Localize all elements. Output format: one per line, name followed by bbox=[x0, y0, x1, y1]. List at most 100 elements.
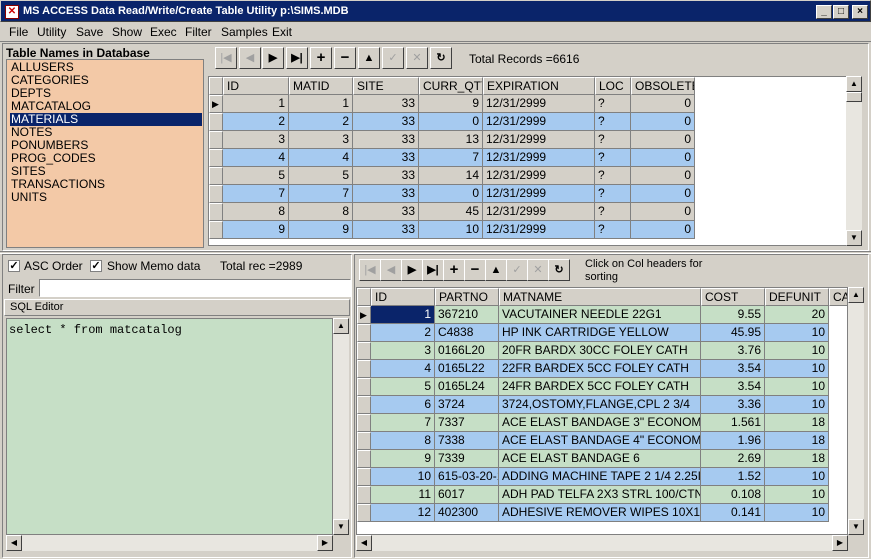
scroll-down-icon[interactable]: ▼ bbox=[848, 519, 864, 535]
row-indicator[interactable] bbox=[209, 131, 223, 149]
table-cell[interactable]: 7338 bbox=[435, 432, 499, 450]
table-cell[interactable]: 10 bbox=[765, 396, 829, 414]
sql-editor[interactable]: select * from matcatalog bbox=[6, 318, 333, 535]
refresh-icon[interactable]: ↻ bbox=[548, 259, 570, 281]
refresh-icon[interactable]: ↻ bbox=[430, 47, 452, 69]
table-cell[interactable]: 33 bbox=[353, 95, 419, 113]
table-cell[interactable]: 5 bbox=[289, 167, 353, 185]
table-cell[interactable]: 10 bbox=[765, 324, 829, 342]
table-cell[interactable]: 1.96 bbox=[701, 432, 765, 450]
first-record-icon[interactable]: |◀ bbox=[359, 259, 381, 281]
table-cell[interactable]: ? bbox=[595, 131, 631, 149]
table-cell[interactable]: ACE ELAST BANDAGE 3" ECONOMY bbox=[499, 414, 701, 432]
row-indicator[interactable] bbox=[209, 149, 223, 167]
table-cell[interactable]: 33 bbox=[353, 203, 419, 221]
row-indicator[interactable] bbox=[209, 203, 223, 221]
table-cell[interactable]: 10 bbox=[765, 342, 829, 360]
asc-order-checkbox[interactable]: ✓ bbox=[8, 260, 20, 272]
table-item[interactable]: UNITS bbox=[10, 191, 202, 204]
row-indicator[interactable] bbox=[209, 113, 223, 131]
title-bar[interactable]: ✕ MS ACCESS Data Read/Write/Create Table… bbox=[0, 0, 871, 22]
table-cell[interactable]: 22FR BARDEX 5CC FOLEY CATH bbox=[499, 360, 701, 378]
table-cell[interactable]: 5 bbox=[371, 378, 435, 396]
scroll-down-icon[interactable]: ▼ bbox=[846, 230, 862, 246]
table-cell[interactable]: ? bbox=[595, 203, 631, 221]
scroll-down-icon[interactable]: ▼ bbox=[333, 519, 349, 535]
table-cell[interactable]: 367210 bbox=[435, 306, 499, 324]
table-cell[interactable]: 3 bbox=[371, 342, 435, 360]
next-record-icon[interactable]: ▶ bbox=[401, 259, 423, 281]
row-indicator[interactable] bbox=[357, 378, 371, 396]
scroll-right-icon[interactable]: ▶ bbox=[832, 535, 848, 551]
table-cell[interactable]: ADH PAD TELFA 2X3 STRL 100/CTN bbox=[499, 486, 701, 504]
filter-input[interactable] bbox=[39, 279, 351, 297]
table-cell[interactable]: 12/31/2999 bbox=[483, 221, 595, 239]
table-cell[interactable]: 1 bbox=[371, 306, 435, 324]
close-button[interactable]: × bbox=[852, 5, 868, 19]
table-cell[interactable]: 12/31/2999 bbox=[483, 113, 595, 131]
column-header[interactable]: COST bbox=[701, 288, 765, 306]
table-cell[interactable]: 3724,OSTOMY,FLANGE,CPL 2 3/4 bbox=[499, 396, 701, 414]
row-indicator[interactable] bbox=[357, 450, 371, 468]
scroll-left-icon[interactable]: ◀ bbox=[356, 535, 372, 551]
table-cell[interactable]: 13 bbox=[419, 131, 483, 149]
table-cell[interactable]: 1.52 bbox=[701, 468, 765, 486]
table-cell[interactable]: 12/31/2999 bbox=[483, 131, 595, 149]
menu-file[interactable]: File bbox=[9, 25, 28, 39]
table-cell[interactable]: 2 bbox=[289, 113, 353, 131]
scroll-up-icon[interactable]: ▲ bbox=[846, 76, 862, 92]
row-indicator[interactable] bbox=[357, 360, 371, 378]
column-header[interactable]: ID bbox=[371, 288, 435, 306]
table-cell[interactable]: 12/31/2999 bbox=[483, 185, 595, 203]
sql-hscroll[interactable]: ◀ ▶ bbox=[6, 535, 333, 551]
row-indicator[interactable] bbox=[209, 185, 223, 203]
table-cell[interactable]: 3.54 bbox=[701, 378, 765, 396]
table-cell[interactable]: ? bbox=[595, 167, 631, 185]
table-cell[interactable]: 8 bbox=[371, 432, 435, 450]
row-indicator[interactable] bbox=[357, 342, 371, 360]
maximize-button[interactable]: □ bbox=[833, 5, 849, 19]
column-header[interactable]: MATID bbox=[289, 77, 353, 95]
scroll-left-icon[interactable]: ◀ bbox=[6, 535, 22, 551]
table-cell[interactable]: ? bbox=[595, 221, 631, 239]
table-cell[interactable]: 24FR BARDEX 5CC FOLEY CATH bbox=[499, 378, 701, 396]
table-cell[interactable]: 0 bbox=[631, 167, 695, 185]
table-cell[interactable]: 3.76 bbox=[701, 342, 765, 360]
last-record-icon[interactable]: ▶| bbox=[286, 47, 308, 69]
next-record-icon[interactable]: ▶ bbox=[262, 47, 284, 69]
table-cell[interactable]: 5 bbox=[223, 167, 289, 185]
current-row-indicator-icon[interactable]: ▶ bbox=[209, 95, 223, 113]
table-cell[interactable]: 2 bbox=[371, 324, 435, 342]
edit-record-icon[interactable]: ▲ bbox=[358, 47, 380, 69]
table-cell[interactable]: 3.54 bbox=[701, 360, 765, 378]
table-cell[interactable]: 3 bbox=[289, 131, 353, 149]
table-cell[interactable]: 0 bbox=[631, 131, 695, 149]
grid1-vscroll[interactable]: ▲ ▼ bbox=[846, 76, 862, 246]
table-cell[interactable]: 20 bbox=[765, 306, 829, 324]
table-cell[interactable]: VACUTAINER NEEDLE 22G1 bbox=[499, 306, 701, 324]
delete-record-icon[interactable]: − bbox=[464, 259, 486, 281]
row-indicator[interactable] bbox=[209, 167, 223, 185]
table-cell[interactable]: 615-03-20-10 bbox=[435, 468, 499, 486]
table-cell[interactable]: 2 bbox=[223, 113, 289, 131]
table-cell[interactable]: 45 bbox=[419, 203, 483, 221]
table-cell[interactable]: 33 bbox=[353, 185, 419, 203]
table-cell[interactable]: 18 bbox=[765, 432, 829, 450]
column-header[interactable]: ID bbox=[223, 77, 289, 95]
table-cell[interactable]: ACE ELAST BANDAGE 6 bbox=[499, 450, 701, 468]
column-header[interactable]: SITE bbox=[353, 77, 419, 95]
table-cell[interactable]: 20FR BARDX 30CC FOLEY CATH bbox=[499, 342, 701, 360]
table-cell[interactable]: 3 bbox=[223, 131, 289, 149]
table-cell[interactable]: 18 bbox=[765, 414, 829, 432]
scroll-thumb[interactable] bbox=[846, 92, 862, 102]
table-cell[interactable]: ? bbox=[595, 95, 631, 113]
menu-exec[interactable]: Exec bbox=[150, 25, 177, 39]
table-cell[interactable]: ? bbox=[595, 149, 631, 167]
table-cell[interactable]: 402300 bbox=[435, 504, 499, 522]
prev-record-icon[interactable]: ◀ bbox=[239, 47, 261, 69]
table-cell[interactable]: C4838 bbox=[435, 324, 499, 342]
scroll-right-icon[interactable]: ▶ bbox=[317, 535, 333, 551]
delete-record-icon[interactable]: − bbox=[334, 47, 356, 69]
sql-vscroll[interactable]: ▲ ▼ bbox=[333, 318, 349, 535]
table-cell[interactable]: 14 bbox=[419, 167, 483, 185]
